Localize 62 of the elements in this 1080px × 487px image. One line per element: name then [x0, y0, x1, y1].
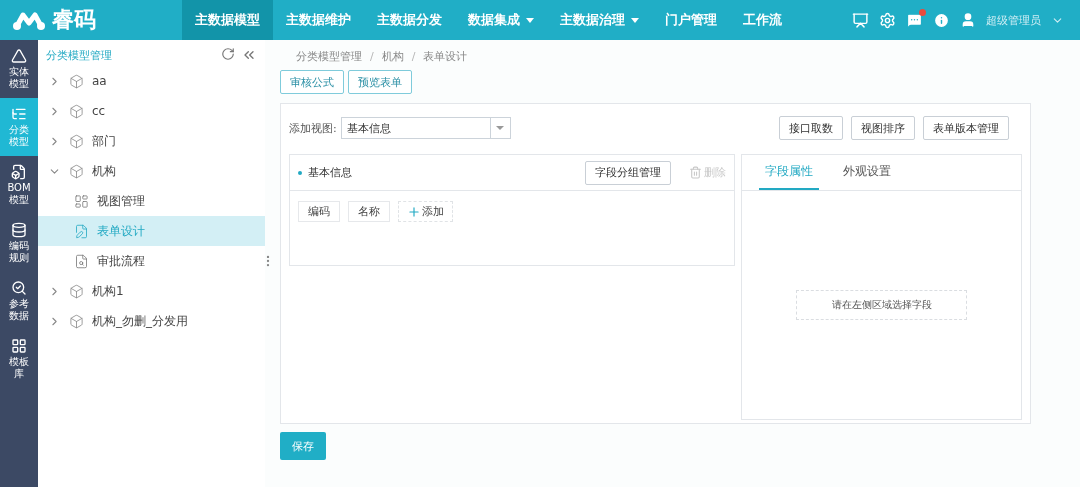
breadcrumb-separator: / — [410, 49, 417, 63]
tree-item[interactable]: 审批流程 — [38, 246, 265, 276]
property-tab[interactable]: 外观设置 — [837, 155, 897, 190]
group-manage-button[interactable]: 字段分组管理 — [585, 160, 671, 185]
rail-item[interactable]: 实体模型 — [0, 40, 38, 98]
tree-item[interactable]: 视图管理 — [38, 186, 265, 216]
breadcrumb-separator: / — [369, 49, 375, 63]
chat-icon[interactable] — [906, 11, 923, 29]
document-icon — [11, 164, 27, 180]
cube-icon — [69, 133, 84, 149]
caret-icon — [526, 17, 534, 23]
cube-icon — [69, 73, 84, 89]
nav-item[interactable]: 主数据模型 — [182, 0, 273, 40]
cube-icon — [69, 283, 84, 299]
cube-icon — [69, 313, 84, 329]
caret-icon — [496, 126, 505, 130]
field-chip[interactable]: 编码 — [298, 201, 340, 222]
monitor-chart-icon[interactable] — [852, 11, 869, 29]
breadcrumb-item[interactable]: 表单设计 — [423, 48, 468, 64]
add-field-button[interactable]: 添加 — [398, 201, 453, 222]
field-chip[interactable]: 名称 — [348, 201, 390, 222]
action-button[interactable]: 预览表单 — [348, 70, 412, 94]
toolbar-button[interactable]: 表单版本管理 — [923, 116, 1009, 140]
toolbar-button[interactable]: 接口取数 — [779, 116, 843, 140]
rail-item[interactable]: 模板库 — [0, 330, 38, 388]
refresh-icon[interactable] — [221, 47, 235, 61]
trash-icon — [689, 166, 702, 179]
logo-icon — [12, 9, 46, 31]
layout-icon — [74, 193, 89, 209]
breadcrumb-item[interactable]: 分类模型管理 — [296, 48, 362, 64]
info-icon[interactable] — [933, 11, 950, 29]
brand-name: 睿码 — [52, 6, 96, 34]
rail-item[interactable]: 参考数据 — [0, 272, 38, 330]
user-icon — [960, 12, 976, 28]
action-button[interactable]: 审核公式 — [280, 70, 344, 94]
rail-item[interactable]: BOM模型 — [0, 156, 38, 214]
select-label: 添加视图: — [289, 120, 337, 136]
cube-icon — [69, 103, 84, 119]
tree-title: 分类模型管理 — [46, 47, 112, 63]
breadcrumb-item[interactable]: 机构 — [381, 48, 404, 64]
empty-hint: 请在左侧区域选择字段 — [796, 290, 967, 320]
group-title: 基本信息 — [308, 165, 352, 180]
document-search-icon — [74, 253, 89, 269]
tree-item[interactable]: 机构 — [38, 156, 265, 186]
database-icon — [11, 222, 27, 238]
plus-icon — [407, 204, 421, 219]
toolbar-button[interactable]: 视图排序 — [851, 116, 915, 140]
tree-item[interactable]: 机构1 — [38, 276, 265, 306]
list-icon — [11, 106, 27, 122]
tree-item[interactable]: 机构_勿删_分发用 — [38, 306, 265, 336]
triangle-icon — [11, 48, 27, 64]
bullet-icon — [298, 170, 302, 175]
tree-item[interactable]: aa — [38, 66, 265, 96]
view-select[interactable]: 基本信息 — [340, 117, 511, 139]
grid-icon — [11, 338, 27, 354]
tree-item[interactable]: cc — [38, 96, 265, 126]
form-edit-icon — [74, 223, 89, 239]
rail-item[interactable]: 编码规则 — [0, 214, 38, 272]
caret-icon — [631, 17, 639, 23]
tree-item[interactable]: 部门 — [38, 126, 265, 156]
cube-icon — [69, 163, 84, 179]
settings-icon[interactable] — [879, 11, 896, 29]
